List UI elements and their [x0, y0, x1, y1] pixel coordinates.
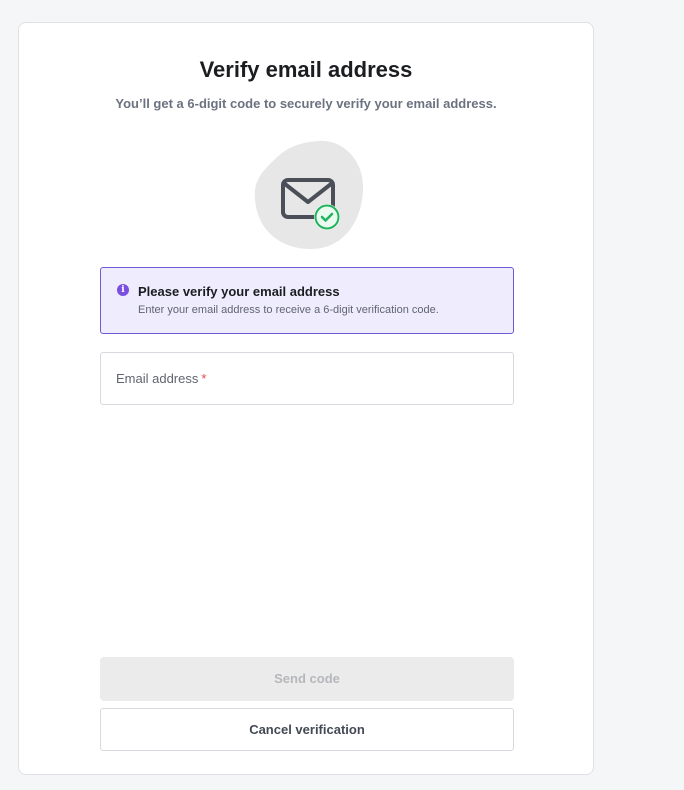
required-mark: * [201, 371, 207, 386]
send-code-button[interactable]: Send code [100, 657, 514, 701]
email-field[interactable]: Email address * [100, 352, 514, 405]
notice-description: Enter your email address to receive a 6-… [138, 304, 439, 316]
cancel-verification-button[interactable]: Cancel verification [100, 708, 514, 751]
notice-title: Please verify your email address [138, 284, 340, 299]
envelope-check-icon [251, 139, 367, 255]
info-icon: i [117, 284, 129, 296]
page-subtitle: You’ll get a 6-digit code to securely ve… [115, 96, 497, 111]
page-title: Verify email address [199, 57, 413, 82]
illustration-blob [254, 140, 364, 249]
email-field-label: Email address * [116, 371, 206, 387]
verification-notice: i Please verify your email address Enter… [100, 267, 514, 334]
email-label-text: Email address [116, 371, 199, 386]
verify-email-card: Verify email address You’ll get a 6-digi… [18, 22, 594, 775]
